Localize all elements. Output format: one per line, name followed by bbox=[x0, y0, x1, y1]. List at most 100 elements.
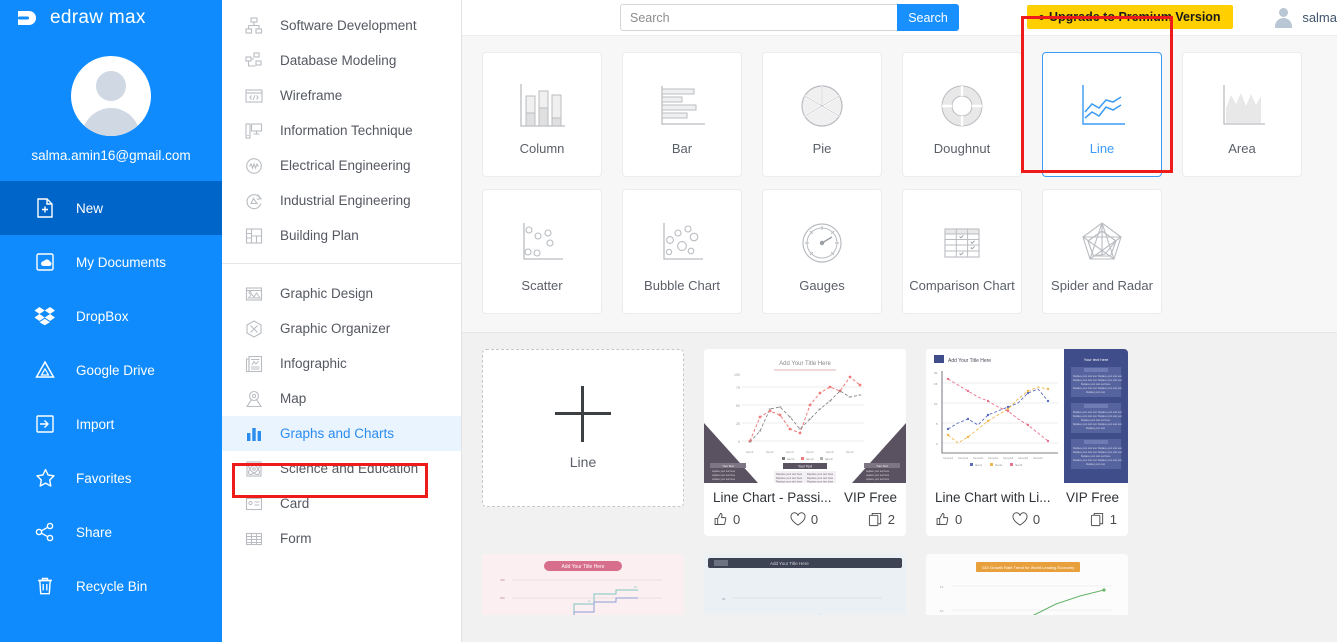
category-item-database-modeling[interactable]: Database Modeling bbox=[222, 43, 461, 78]
category-group-technical: Software Development Database Modeling W… bbox=[222, 0, 461, 264]
chart-type-bubble[interactable]: Bubble Chart bbox=[622, 189, 742, 314]
category-item-wireframe[interactable]: Wireframe bbox=[222, 78, 461, 113]
column-chart-icon bbox=[513, 73, 571, 139]
category-item-industrial-engineering[interactable]: Industrial Engineering bbox=[222, 183, 461, 218]
svg-text:Item3: Item3 bbox=[1015, 463, 1022, 467]
user-menu[interactable]: salma bbox=[1272, 6, 1337, 28]
svg-text:Item1: Item1 bbox=[975, 463, 982, 467]
svg-text:Replace your own text.: Replace your own text. bbox=[1073, 379, 1098, 382]
category-item-form[interactable]: Form bbox=[222, 521, 461, 556]
chart-type-spider-radar[interactable]: Spider and Radar bbox=[1042, 189, 1162, 314]
category-panel: Software Development Database Modeling W… bbox=[222, 0, 470, 642]
svg-text:20: 20 bbox=[722, 597, 726, 601]
category-item-science-and-education[interactable]: Science and Education bbox=[222, 451, 461, 486]
template-title: Line Chart with Li... bbox=[935, 490, 1051, 505]
svg-text:Item1: Item1 bbox=[746, 450, 754, 454]
form-grid-icon bbox=[244, 529, 264, 549]
infographic-icon bbox=[244, 354, 264, 374]
template-card[interactable]: Add Your Title Here 201510 bbox=[704, 554, 906, 615]
search-button[interactable]: Search bbox=[897, 4, 959, 31]
chart-type-label: Doughnut bbox=[933, 141, 991, 156]
svg-text:Sample7: Sample7 bbox=[1033, 456, 1044, 460]
copies-stat[interactable]: 1 bbox=[1090, 512, 1117, 527]
like-stat[interactable]: 0 bbox=[935, 512, 962, 527]
category-item-graphic-organizer[interactable]: Graphic Organizer bbox=[222, 311, 461, 346]
like-stat[interactable]: 0 bbox=[713, 512, 740, 527]
area-chart-icon bbox=[1213, 73, 1271, 139]
avatar[interactable] bbox=[71, 56, 151, 136]
chart-type-bar[interactable]: Bar bbox=[622, 52, 742, 177]
template-card[interactable]: GDI Growth Rate Trend for World Leading … bbox=[926, 554, 1128, 615]
svg-text:Sample6: Sample6 bbox=[1018, 456, 1029, 460]
favorite-stat[interactable]: 0 bbox=[790, 512, 818, 527]
sidebar-item-recycle-bin[interactable]: Recycle Bin bbox=[0, 559, 222, 613]
app-logo[interactable]: edraw max bbox=[0, 0, 222, 36]
chart-type-gauges[interactable]: Gauges bbox=[762, 189, 882, 314]
chart-type-scatter[interactable]: Scatter bbox=[482, 189, 602, 314]
svg-text:Sample2: Sample2 bbox=[958, 456, 969, 460]
sidebar-item-new[interactable]: New bbox=[0, 181, 222, 235]
category-item-label: Database Modeling bbox=[280, 53, 397, 68]
search-input[interactable] bbox=[620, 4, 897, 31]
category-item-label: Graphs and Charts bbox=[280, 426, 395, 441]
template-card[interactable]: Add Your Title Here 20 15 10 5 0 Sample1… bbox=[926, 349, 1128, 536]
svg-text:Item3: Item3 bbox=[825, 457, 833, 461]
thumb-title-text: GDI Growth Rate Trend for World Leading … bbox=[982, 565, 1074, 570]
sidebar-item-label: Import bbox=[76, 416, 115, 432]
svg-text:14: 14 bbox=[940, 585, 944, 589]
chart-type-doughnut[interactable]: Doughnut bbox=[902, 52, 1022, 177]
category-item-graphs-and-charts[interactable]: Graphs and Charts bbox=[222, 416, 461, 451]
chart-type-line[interactable]: Line bbox=[1042, 52, 1162, 177]
svg-text:Your text here: Your text here bbox=[1084, 357, 1110, 362]
sidebar-item-import[interactable]: Import bbox=[0, 397, 222, 451]
svg-text:replace your text here: replace your text here bbox=[712, 474, 736, 477]
svg-text:replace your text here: replace your text here bbox=[866, 478, 890, 481]
electrical-engineering-icon bbox=[244, 156, 264, 176]
svg-text:Item6: Item6 bbox=[846, 450, 854, 454]
category-item-electrical-engineering[interactable]: Electrical Engineering bbox=[222, 148, 461, 183]
category-item-infographic[interactable]: Infographic bbox=[222, 346, 461, 381]
sidebar-item-share[interactable]: Share bbox=[0, 505, 222, 559]
favorite-stat[interactable]: 0 bbox=[1012, 512, 1040, 527]
category-item-map[interactable]: Map bbox=[222, 381, 461, 416]
sidebar-item-favorites[interactable]: Favorites bbox=[0, 451, 222, 505]
category-item-card[interactable]: Card bbox=[222, 486, 461, 521]
category-item-graphic-design[interactable]: Graphic Design bbox=[222, 276, 461, 311]
sidebar-item-my-documents[interactable]: My Documents bbox=[0, 235, 222, 289]
template-thumbnail: Add Your Title Here 40k30k20k10k0 213341… bbox=[482, 554, 684, 615]
category-item-information-technique[interactable]: Information Technique bbox=[222, 113, 461, 148]
new-blank-template-card[interactable]: Line bbox=[482, 349, 684, 507]
template-card[interactable]: Add Your Title Here 40k30k20k10k0 213341… bbox=[482, 554, 684, 615]
svg-text:Replace your own text.: Replace your own text. bbox=[1098, 459, 1123, 462]
sidebar-item-google-drive[interactable]: Google Drive bbox=[0, 343, 222, 397]
user-avatar-icon bbox=[1272, 6, 1294, 28]
sidebar-item-dropbox[interactable]: DropBox bbox=[0, 289, 222, 343]
svg-text:10: 10 bbox=[934, 402, 938, 406]
category-item-building-plan[interactable]: Building Plan bbox=[222, 218, 461, 253]
chart-type-label: Bar bbox=[671, 141, 693, 156]
heart-icon bbox=[1012, 512, 1028, 527]
import-icon bbox=[34, 413, 56, 435]
top-bar: Search Upgrade to Premium Version salma bbox=[462, 0, 1337, 36]
chart-type-column[interactable]: Column bbox=[482, 52, 602, 177]
information-technique-icon bbox=[244, 121, 264, 141]
share-icon bbox=[34, 521, 56, 543]
main-content: Search Upgrade to Premium Version salma bbox=[462, 0, 1337, 642]
like-count: 0 bbox=[955, 512, 963, 527]
svg-text:Sample3: Sample3 bbox=[973, 456, 984, 460]
template-thumbnail: Add Your Title Here 100 75 50 25 0 Item1… bbox=[704, 349, 906, 483]
thumbs-up-icon bbox=[935, 512, 950, 527]
upgrade-to-premium-button[interactable]: Upgrade to Premium Version bbox=[1027, 5, 1233, 29]
chart-type-area[interactable]: Area bbox=[1182, 52, 1302, 177]
svg-text:replace your text here: replace your text here bbox=[866, 474, 890, 477]
bar-chart-icon bbox=[244, 424, 264, 444]
chart-type-pie[interactable]: Pie bbox=[762, 52, 882, 177]
template-card[interactable]: Add Your Title Here 100 75 50 25 0 Item1… bbox=[704, 349, 906, 536]
svg-text:25: 25 bbox=[736, 422, 740, 426]
category-item-software-development[interactable]: Software Development bbox=[222, 8, 461, 43]
svg-text:Your Text: Your Text bbox=[722, 464, 734, 468]
chart-type-comparison[interactable]: Comparison Chart bbox=[902, 189, 1022, 314]
svg-text:Replace your text here: Replace your text here bbox=[807, 472, 834, 476]
svg-text:Replace your own text.: Replace your own text. bbox=[1073, 423, 1098, 426]
copies-stat[interactable]: 2 bbox=[868, 512, 895, 527]
